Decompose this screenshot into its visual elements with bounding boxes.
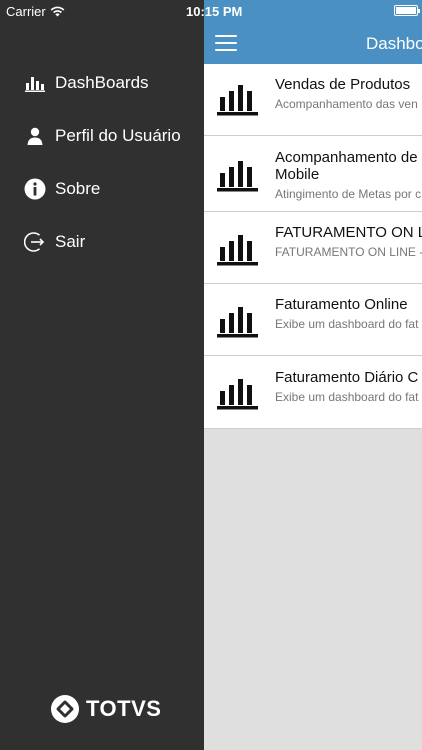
hamburger-line: [215, 49, 237, 51]
menu-item-label: DashBoards: [55, 72, 149, 92]
side-menu: DashBoards Perfil do Usuário Sobre Sair …: [0, 0, 204, 750]
list-item[interactable]: Faturamento Diário C Exibe um dashboard …: [204, 356, 422, 429]
menu-list: DashBoards Perfil do Usuário Sobre Sair: [0, 56, 204, 268]
list-item-subtitle: Atingimento de Metas por c: [275, 187, 422, 201]
page-title: Dashbo: [366, 34, 422, 53]
dashboard-list: Vendas de Produtos Acompanhamento das ve…: [204, 64, 422, 429]
bar-chart-icon: [217, 85, 258, 116]
list-item-subtitle: Exibe um dashboard do fat: [275, 390, 419, 404]
wifi-icon: [50, 6, 65, 17]
user-icon: [24, 125, 46, 147]
carrier-indicator: Carrier: [6, 4, 65, 19]
list-item[interactable]: Acompanhamento de Mobile Atingimento de …: [204, 136, 422, 212]
info-icon: [24, 178, 46, 200]
menu-item-logout[interactable]: Sair: [0, 215, 204, 268]
list-item-title: Vendas de Produtos: [275, 76, 411, 93]
menu-item-profile[interactable]: Perfil do Usuário: [0, 109, 204, 162]
list-item-title: FATURAMENTO ON L: [275, 224, 422, 241]
bar-chart-icon: [217, 235, 258, 266]
list-item-title-line2: Mobile: [275, 166, 320, 183]
list-item[interactable]: Vendas de Produtos Acompanhamento das ve…: [204, 64, 422, 136]
logout-icon: [24, 231, 46, 253]
list-item-title: Faturamento Online: [275, 296, 408, 313]
brand-name: TOTVS: [86, 696, 162, 721]
list-item-subtitle: Exibe um dashboard do fat: [275, 317, 419, 331]
menu-item-about[interactable]: Sobre: [0, 162, 204, 215]
list-item-title: Faturamento Diário C: [275, 369, 419, 386]
list-item-subtitle: Acompanhamento das ven: [275, 97, 418, 111]
main-panel: Dashbo Vendas de Produtos Acompanhamento…: [204, 0, 422, 750]
menu-toggle-button[interactable]: [215, 35, 237, 51]
bar-chart-icon: [217, 379, 258, 410]
clock: 10:15 PM: [186, 4, 243, 19]
menu-item-label: Sobre: [55, 178, 101, 198]
bar-chart-icon: [24, 72, 46, 94]
hamburger-line: [215, 42, 237, 44]
list-item-title: Acompanhamento de: [275, 149, 418, 166]
menu-item-label: Perfil do Usuário: [55, 125, 181, 145]
list-item[interactable]: Faturamento Online Exibe um dashboard do…: [204, 284, 422, 356]
bar-chart-icon: [217, 161, 258, 192]
hamburger-line: [215, 35, 237, 37]
bar-chart-icon: [217, 307, 258, 338]
battery-icon: [394, 5, 420, 16]
list-item[interactable]: FATURAMENTO ON L FATURAMENTO ON LINE -: [204, 212, 422, 284]
menu-item-dashboards[interactable]: DashBoards: [0, 56, 204, 109]
totvs-logo: TOTVS: [50, 694, 161, 724]
totvs-logo-icon: [51, 695, 79, 723]
menu-item-label: Sair: [55, 231, 86, 251]
carrier-label: Carrier: [6, 4, 46, 19]
status-bar: Carrier 10:15 PM: [0, 0, 422, 22]
list-item-subtitle: FATURAMENTO ON LINE -: [275, 245, 422, 259]
